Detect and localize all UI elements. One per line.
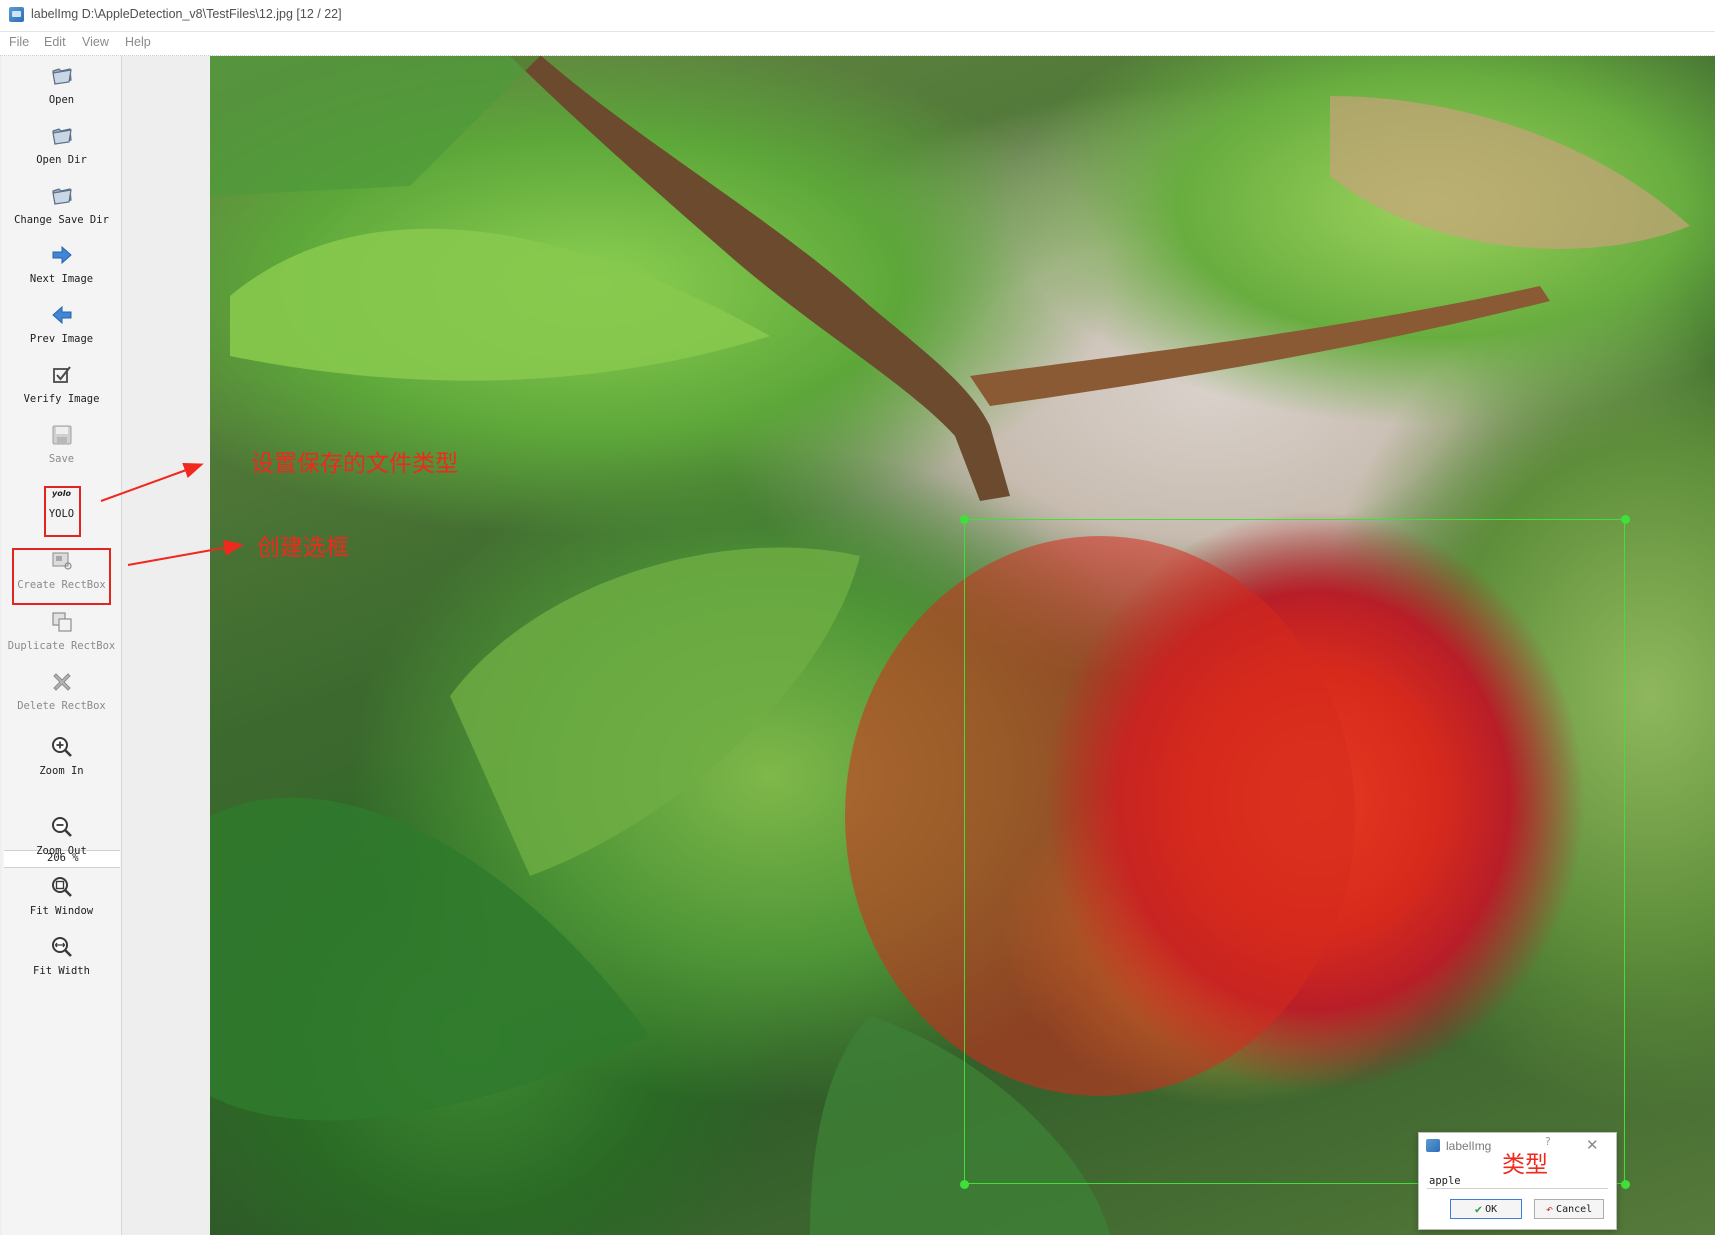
arrow-right-icon bbox=[52, 245, 72, 265]
bounding-box[interactable] bbox=[964, 519, 1625, 1184]
folder-open-icon bbox=[52, 128, 72, 145]
next-image-label: Next Image bbox=[29, 273, 94, 285]
prev-image-button[interactable]: Prev Image bbox=[2, 297, 121, 355]
zoom-in-label: Zoom In bbox=[39, 765, 84, 777]
fit-window-icon bbox=[52, 877, 72, 897]
zoom-in-icon bbox=[52, 737, 72, 757]
menu-bar: File Edit View Help bbox=[0, 32, 1715, 56]
leaf bbox=[450, 547, 860, 876]
open-button[interactable]: Open bbox=[2, 58, 121, 116]
duplicate-rectbox-button[interactable]: Duplicate RectBox bbox=[2, 604, 121, 662]
create-rectbox-highlight-box bbox=[12, 548, 111, 605]
ok-button[interactable]: ✔ OK bbox=[1450, 1199, 1522, 1219]
dry-leaf bbox=[1330, 96, 1690, 249]
zoom-out-icon bbox=[52, 817, 72, 837]
arrow-left-icon bbox=[52, 305, 72, 325]
create-box-annotation: 创建选框 bbox=[257, 535, 349, 561]
change-save-dir-label: Change Save Dir bbox=[14, 214, 109, 226]
menu-view[interactable]: View bbox=[82, 35, 109, 49]
verify-image-label: Verify Image bbox=[23, 393, 100, 405]
duplicate-rectbox-label: Duplicate RectBox bbox=[7, 640, 116, 652]
fit-window-label: Fit Window bbox=[29, 905, 94, 917]
check-icon: ✔ bbox=[1474, 1202, 1483, 1216]
image-canvas[interactable]: 设置保存的文件类型 创建选框 bbox=[210, 56, 1715, 1235]
checkbox-icon bbox=[53, 366, 71, 383]
zoom-out-button[interactable]: Zoom Out bbox=[2, 809, 121, 867]
undo-arrow-icon: ↶ bbox=[1545, 1202, 1554, 1216]
save-button[interactable]: Save bbox=[2, 417, 121, 475]
next-image-button[interactable]: Next Image bbox=[2, 237, 121, 295]
folder-open-icon bbox=[52, 188, 72, 205]
save-label: Save bbox=[48, 453, 75, 465]
bbox-handle-bottom-left[interactable] bbox=[960, 1180, 969, 1189]
yolo-highlight-box bbox=[44, 486, 81, 537]
fit-window-button[interactable]: Fit Window bbox=[2, 869, 121, 927]
delete-rectbox-label: Delete RectBox bbox=[17, 700, 106, 712]
labelimg-app-icon bbox=[9, 7, 24, 22]
verify-image-button[interactable]: Verify Image bbox=[2, 357, 121, 415]
menu-edit[interactable]: Edit bbox=[44, 35, 66, 49]
bbox-handle-top-right[interactable] bbox=[1621, 515, 1630, 524]
cancel-label: Cancel bbox=[1556, 1203, 1593, 1215]
open-dir-label: Open Dir bbox=[36, 154, 87, 166]
folder-open-icon bbox=[52, 68, 72, 85]
open-label: Open bbox=[48, 94, 75, 106]
zoom-out-label: Zoom Out bbox=[36, 845, 87, 857]
menu-help[interactable]: Help bbox=[125, 35, 151, 49]
fit-width-button[interactable]: Fit Width bbox=[2, 929, 121, 987]
open-dir-button[interactable]: Open Dir bbox=[2, 118, 121, 176]
canvas-gutter bbox=[122, 56, 210, 1235]
leaf bbox=[210, 56, 540, 196]
duplicate-icon bbox=[52, 612, 72, 632]
bbox-handle-top-left[interactable] bbox=[960, 515, 969, 524]
bbox-handle-bottom-right[interactable] bbox=[1621, 1180, 1630, 1189]
ok-label: OK bbox=[1485, 1203, 1498, 1215]
save-format-annotation: 设置保存的文件类型 bbox=[251, 451, 458, 477]
dialog-close-button[interactable]: ✕ bbox=[1586, 1136, 1599, 1154]
menu-file[interactable]: File bbox=[9, 35, 29, 49]
prev-image-label: Prev Image bbox=[29, 333, 94, 345]
floppy-disk-icon bbox=[52, 425, 72, 445]
delete-rectbox-button[interactable]: Delete RectBox bbox=[2, 664, 121, 722]
title-bar: labelImg D:\AppleDetection_v8\TestFiles\… bbox=[0, 0, 1715, 32]
dialog-title: labelImg bbox=[1446, 1139, 1492, 1153]
window-title: labelImg D:\AppleDetection_v8\TestFiles\… bbox=[31, 7, 342, 21]
change-save-dir-button[interactable]: Change Save Dir bbox=[2, 178, 121, 236]
cancel-button[interactable]: ↶ Cancel bbox=[1534, 1199, 1604, 1219]
branch bbox=[970, 286, 1550, 406]
fit-width-icon bbox=[52, 937, 72, 957]
left-toolbar: Open Open Dir Change Save Dir Next Image… bbox=[2, 56, 122, 1235]
labelimg-app-icon bbox=[1426, 1139, 1440, 1152]
zoom-in-button[interactable]: Zoom In bbox=[2, 729, 121, 787]
type-annotation: 类型 bbox=[1502, 1152, 1548, 1178]
delete-x-icon bbox=[53, 673, 71, 691]
fit-width-label: Fit Width bbox=[33, 965, 90, 977]
leaf bbox=[230, 228, 770, 381]
